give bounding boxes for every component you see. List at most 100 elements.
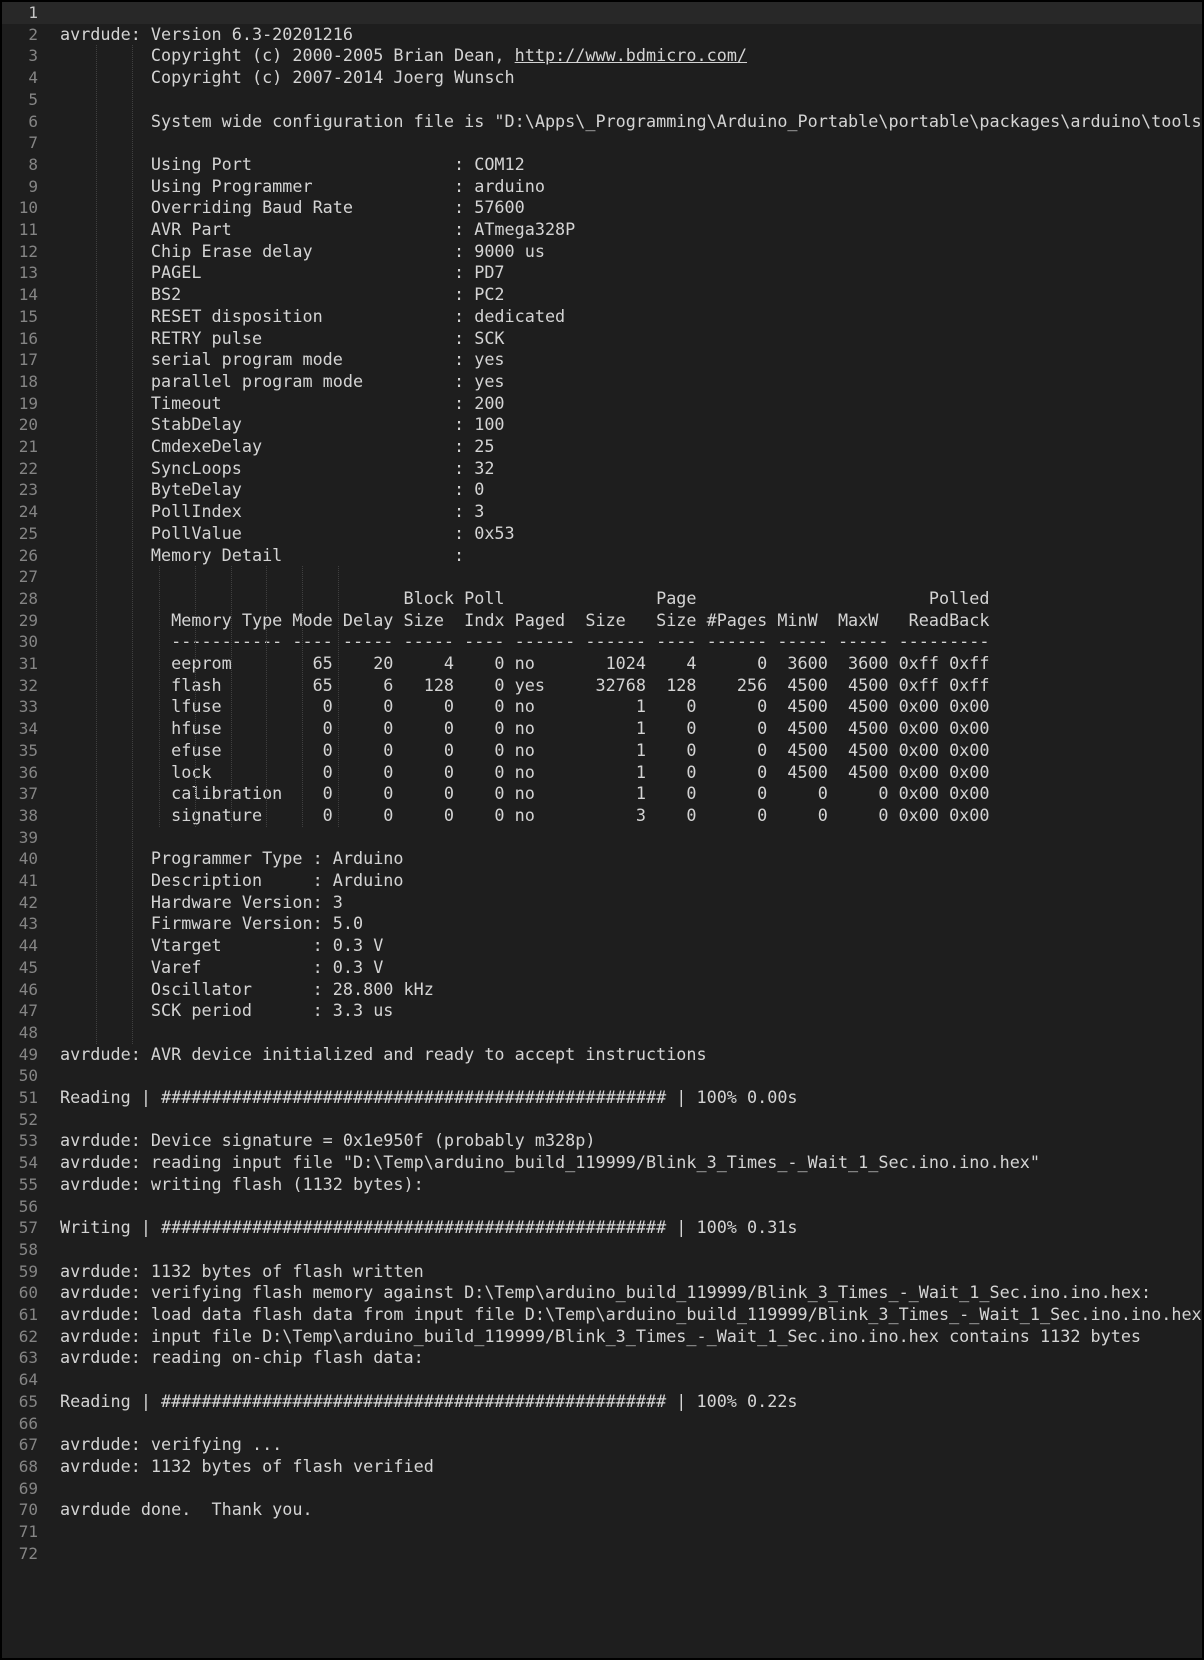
editor-line[interactable]: 46 Oscillator : 28.800 kHz [2, 979, 1202, 1001]
editor-line[interactable]: 2 avrdude: Version 6.3-20201216 [2, 24, 1202, 46]
editor-line[interactable]: 22 SyncLoops : 32 [2, 458, 1202, 480]
line-number: 69 [18, 1478, 38, 1498]
editor-line[interactable]: 35 efuse 0 0 0 0 no 1 0 0 4500 4500 0x00… [2, 740, 1202, 762]
line-text: signature 0 0 0 0 no 3 0 0 0 0 0x00 0x00 [60, 804, 990, 825]
editor-line[interactable]: 26 Memory Detail : [2, 545, 1202, 567]
line-number: 63 [18, 1348, 38, 1368]
editor-line[interactable]: 6 System wide configuration file is "D:\… [2, 111, 1202, 133]
editor-line[interactable]: 9 Using Programmer : arduino [2, 176, 1202, 198]
editor-line[interactable]: 53 avrdude: Device signature = 0x1e950f (… [2, 1130, 1202, 1152]
line-text: Memory Type Mode Delay Size Indx Paged S… [60, 609, 990, 630]
line-text: avrdude: verifying flash memory against … [60, 1282, 1152, 1303]
editor-line[interactable]: 63 avrdude: reading on-chip flash data: [2, 1347, 1202, 1369]
editor-line[interactable]: 21 CmdexeDelay : 25 [2, 436, 1202, 458]
line-number: 55 [18, 1174, 38, 1194]
editor-line[interactable]: 67 avrdude: verifying ... [2, 1434, 1202, 1456]
editor-line[interactable]: 23 ByteDelay : 0 [2, 479, 1202, 501]
line-number: 46 [18, 979, 38, 999]
editor-line[interactable]: 12 Chip Erase delay : 9000 us [2, 241, 1202, 263]
editor-line[interactable]: 71 [2, 1521, 1202, 1543]
editor-line[interactable]: 33 lfuse 0 0 0 0 no 1 0 0 4500 4500 0x00… [2, 696, 1202, 718]
line-text: Oscillator : 28.800 kHz [60, 978, 434, 999]
editor-line[interactable]: 32 flash 65 6 128 0 yes 32768 128 256 45… [2, 675, 1202, 697]
line-text: avrdude: load data flash data from input… [60, 1304, 1202, 1324]
line-text: avrdude done. Thank you. [60, 1499, 313, 1520]
editor-line[interactable]: 69 [2, 1478, 1202, 1500]
editor-line[interactable]: 70 avrdude done. Thank you. [2, 1499, 1202, 1521]
editor-line[interactable]: 65 Reading | ############################… [2, 1391, 1202, 1413]
editor-line[interactable]: 11 AVR Part : ATmega328P [2, 219, 1202, 241]
editor-line[interactable]: 16 RETRY pulse : SCK [2, 328, 1202, 350]
editor-line[interactable]: 1 [2, 2, 1202, 24]
editor-line[interactable]: 43 Firmware Version: 5.0 [2, 913, 1202, 935]
editor-line[interactable]: 40 Programmer Type : Arduino [2, 848, 1202, 870]
editor-line[interactable]: 38 signature 0 0 0 0 no 3 0 0 0 0 0x00 0… [2, 805, 1202, 827]
editor-line[interactable]: 13 PAGEL : PD7 [2, 262, 1202, 284]
editor-line[interactable]: 61 avrdude: load data flash data from inp… [2, 1304, 1202, 1326]
line-text: PollIndex : 3 [60, 501, 485, 522]
editor-line[interactable]: 62 avrdude: input file D:\Temp\arduino_bu… [2, 1326, 1202, 1348]
editor-line[interactable]: 52 [2, 1109, 1202, 1131]
editor-line[interactable]: 45 Varef : 0.3 V [2, 957, 1202, 979]
editor-line[interactable]: 47 SCK period : 3.3 us [2, 1000, 1202, 1022]
editor-line[interactable]: 27 [2, 566, 1202, 588]
line-number: 32 [18, 675, 38, 695]
editor-line[interactable]: 14 BS2 : PC2 [2, 284, 1202, 306]
editor-line[interactable]: 55 avrdude: writing flash (1132 bytes): [2, 1174, 1202, 1196]
editor-line[interactable]: 72 [2, 1543, 1202, 1565]
line-number: 8 [28, 154, 38, 174]
editor-line[interactable]: 59 avrdude: 1132 bytes of flash written [2, 1261, 1202, 1283]
line-text: avrdude: reading on-chip flash data: [60, 1347, 424, 1368]
line-text: System wide configuration file is "D:\Ap… [60, 110, 1202, 131]
line-text: hfuse 0 0 0 0 no 1 0 0 4500 4500 0x00 0x… [60, 718, 990, 739]
editor-line[interactable]: 41 Description : Arduino [2, 870, 1202, 892]
editor-line[interactable]: 7 [2, 132, 1202, 154]
editor-line[interactable]: 30 ----------- ---- ----- ----- ---- ---… [2, 631, 1202, 653]
editor-line[interactable]: 25 PollValue : 0x53 [2, 523, 1202, 545]
line-number: 37 [18, 784, 38, 804]
editor-line[interactable]: 56 [2, 1196, 1202, 1218]
line-text: ByteDelay : 0 [60, 479, 485, 500]
editor-line[interactable]: 36 lock 0 0 0 0 no 1 0 0 4500 4500 0x00 … [2, 762, 1202, 784]
editor-line[interactable]: 68 avrdude: 1132 bytes of flash verified [2, 1456, 1202, 1478]
editor-line[interactable]: 15 RESET disposition : dedicated [2, 306, 1202, 328]
editor-line[interactable]: 28 Block Poll Page Polled [2, 588, 1202, 610]
editor-line[interactable]: 51 Reading | ############################… [2, 1087, 1202, 1109]
editor-line[interactable]: 24 PollIndex : 3 [2, 501, 1202, 523]
editor-line[interactable]: 20 StabDelay : 100 [2, 414, 1202, 436]
line-number: 9 [28, 176, 38, 196]
editor-line[interactable]: 57 Writing | ############################… [2, 1217, 1202, 1239]
editor-line[interactable]: 60 avrdude: verifying flash memory agains… [2, 1282, 1202, 1304]
editor-line[interactable]: 4 Copyright (c) 2007-2014 Joerg Wunsch [2, 67, 1202, 89]
editor-line[interactable]: 54 avrdude: reading input file "D:\Temp\a… [2, 1152, 1202, 1174]
line-number: 47 [18, 1001, 38, 1021]
line-number: 53 [18, 1131, 38, 1151]
line-number: 6 [28, 111, 38, 131]
editor-line[interactable]: 29 Memory Type Mode Delay Size Indx Page… [2, 610, 1202, 632]
editor-line[interactable]: 3 Copyright (c) 2000-2005 Brian Dean, ht… [2, 45, 1202, 67]
editor-line[interactable]: 42 Hardware Version: 3 [2, 892, 1202, 914]
editor-line[interactable]: 17 serial program mode : yes [2, 349, 1202, 371]
line-number: 31 [18, 654, 38, 673]
editor-line[interactable]: 5 [2, 89, 1202, 111]
editor-line[interactable]: 50 [2, 1065, 1202, 1087]
editor-line[interactable]: 18 parallel program mode : yes [2, 371, 1202, 393]
editor-line[interactable]: 8 Using Port : COM12 [2, 154, 1202, 176]
editor-line[interactable]: 64 [2, 1369, 1202, 1391]
editor-line[interactable]: 31 eeprom 65 20 4 0 no 1024 4 0 3600 360… [2, 653, 1202, 675]
editor-line[interactable]: 34 hfuse 0 0 0 0 no 1 0 0 4500 4500 0x00… [2, 718, 1202, 740]
editor-line[interactable]: 66 [2, 1413, 1202, 1435]
line-number: 18 [18, 371, 38, 391]
editor-line[interactable]: 39 [2, 827, 1202, 849]
editor-line[interactable]: 10 Overriding Baud Rate : 57600 [2, 197, 1202, 219]
editor-line[interactable]: 48 [2, 1022, 1202, 1044]
editor-line[interactable]: 37 calibration 0 0 0 0 no 1 0 0 0 0 0x00… [2, 783, 1202, 805]
text-editor[interactable]: 1 2 avrdude: Version 6.3-20201216 3 Copyrig… [2, 2, 1202, 1658]
editor-line[interactable]: 44 Vtarget : 0.3 V [2, 935, 1202, 957]
editor-line[interactable]: 19 Timeout : 200 [2, 393, 1202, 415]
editor-line[interactable]: 49 avrdude: AVR device initialized and re… [2, 1044, 1202, 1066]
editor-line[interactable]: 58 [2, 1239, 1202, 1261]
line-number: 44 [18, 936, 38, 956]
url-link[interactable]: http://www.bdmicro.com/ [515, 45, 747, 65]
line-number: 59 [18, 1261, 38, 1281]
